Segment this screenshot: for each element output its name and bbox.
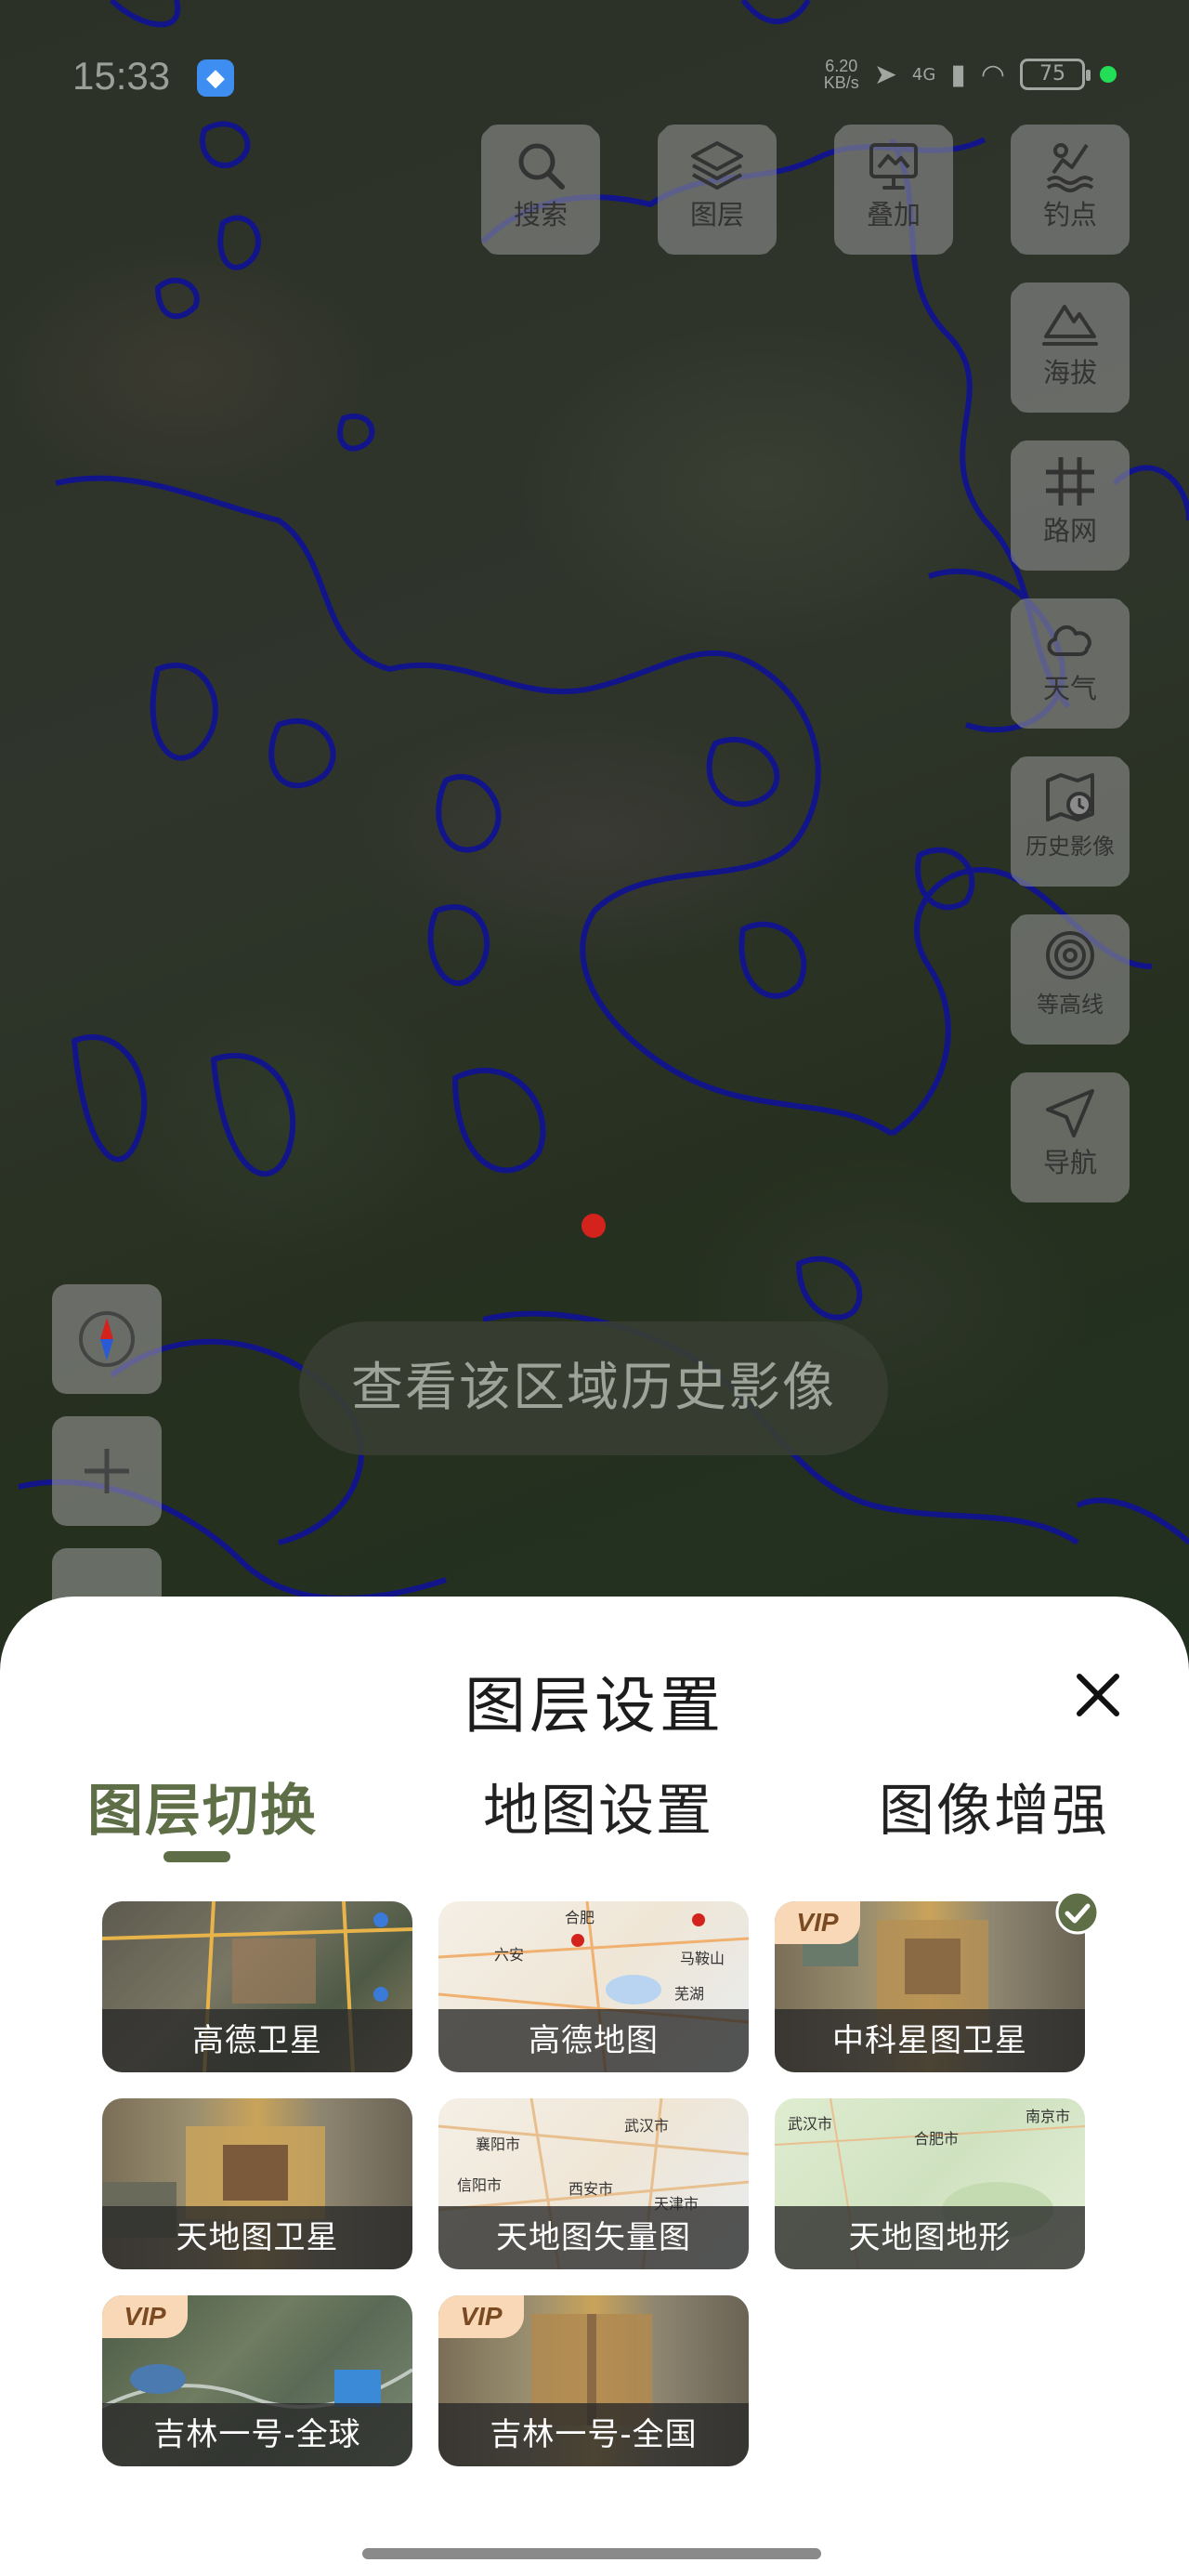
privacy-indicator-dot bbox=[1100, 66, 1117, 83]
tool-button-overlay[interactable]: 叠加 bbox=[834, 125, 953, 255]
signal-icon: ▮ bbox=[950, 58, 966, 91]
vip-badge: VIP bbox=[775, 1901, 860, 1944]
close-icon[interactable] bbox=[1066, 1663, 1130, 1727]
navigation-icon bbox=[1011, 1084, 1130, 1147]
selected-check-icon bbox=[1055, 1890, 1100, 1935]
tab-image-enhance[interactable]: 图像增强 bbox=[879, 1766, 1109, 1847]
map-label: 武汉市 bbox=[624, 2117, 670, 2135]
layer-card-tianditu-terrain[interactable]: 合肥市 南京市 武汉市 天地图地形 bbox=[775, 2098, 1085, 2269]
grid-icon bbox=[1011, 452, 1130, 515]
view-history-imagery-button[interactable]: 查看该区域历史影像 bbox=[299, 1321, 888, 1455]
wifi-icon: ◠ bbox=[980, 58, 1005, 91]
tool-label: 钓点 bbox=[1042, 199, 1097, 230]
layer-name: 天地图地形 bbox=[775, 2206, 1085, 2269]
tool-label: 等高线 bbox=[1037, 992, 1104, 1018]
location-arrow-icon: ➤ bbox=[873, 58, 897, 91]
layer-card-zhongke-satellite[interactable]: VIP 中科星图卫星 bbox=[775, 1901, 1085, 2072]
location-marker bbox=[581, 1214, 606, 1238]
map-label: 信阳市 bbox=[457, 2176, 503, 2194]
search-icon bbox=[481, 136, 600, 199]
plus-icon bbox=[85, 1449, 129, 1493]
zoom-in-button[interactable] bbox=[52, 1416, 162, 1526]
tool-label: 导航 bbox=[1042, 1147, 1097, 1178]
tool-label: 天气 bbox=[1042, 673, 1097, 704]
map-label: 襄阳市 bbox=[476, 2136, 521, 2153]
map-label: 合肥市 bbox=[914, 2130, 960, 2148]
tool-label: 图层 bbox=[689, 199, 744, 230]
layers-icon bbox=[658, 136, 777, 199]
status-bar: 15:33 ◆ 6.20 KB/s ➤ 4G ▮ ◠ 75 bbox=[0, 48, 1189, 108]
tab-map-settings[interactable]: 地图设置 bbox=[483, 1766, 713, 1847]
tool-label: 历史影像 bbox=[1026, 834, 1115, 860]
tool-button-weather[interactable]: 天气 bbox=[1011, 598, 1130, 729]
layer-card-gaode-satellite[interactable]: 高德卫星 bbox=[102, 1901, 412, 2072]
tool-button-elevation[interactable]: 海拔 bbox=[1011, 283, 1130, 413]
tool-label: 搜索 bbox=[513, 199, 568, 230]
overlay-icon bbox=[834, 136, 953, 199]
layer-name: 高德卫星 bbox=[102, 2009, 412, 2072]
history-map-icon bbox=[1011, 768, 1130, 831]
network-speed-unit: KB/s bbox=[823, 73, 859, 92]
compass-icon bbox=[79, 1311, 135, 1367]
tool-label: 海拔 bbox=[1042, 357, 1097, 388]
tool-label: 路网 bbox=[1042, 515, 1097, 546]
layer-name: 吉林一号-全球 bbox=[102, 2403, 412, 2466]
map-label: 西安市 bbox=[568, 2180, 614, 2198]
tool-button-contour[interactable]: 等高线 bbox=[1011, 914, 1130, 1045]
sheet-title: 图层设置 bbox=[464, 1670, 725, 1741]
network-speed: 6.20 KB/s bbox=[824, 58, 859, 91]
tab-active-indicator bbox=[163, 1851, 230, 1862]
contour-icon bbox=[1011, 926, 1130, 989]
network-speed-value: 6.20 bbox=[825, 57, 858, 75]
layer-card-gaode-map[interactable]: 合肥 六安 马鞍山 芜湖 高德地图 bbox=[438, 1901, 749, 2072]
map-label: 六安 bbox=[494, 1946, 525, 1964]
vip-badge: VIP bbox=[438, 2295, 524, 2338]
vip-badge: VIP bbox=[102, 2295, 188, 2338]
tool-button-layers[interactable]: 图层 bbox=[658, 125, 777, 255]
satellite-map[interactable]: 15:33 ◆ 6.20 KB/s ➤ 4G ▮ ◠ 75 搜索 图层 叠加 钓… bbox=[0, 0, 1189, 1673]
map-label: 芜湖 bbox=[674, 1985, 705, 2003]
layer-name: 中科星图卫星 bbox=[775, 2009, 1085, 2072]
network-type: 4G bbox=[911, 64, 936, 85]
tool-button-search[interactable]: 搜索 bbox=[481, 125, 600, 255]
compass-button[interactable] bbox=[52, 1284, 162, 1394]
layer-name: 天地图矢量图 bbox=[438, 2206, 749, 2269]
mountain-icon bbox=[1011, 294, 1130, 357]
cloud-icon bbox=[1011, 610, 1130, 673]
tool-button-fishing[interactable]: 钓点 bbox=[1011, 125, 1130, 255]
layer-card-jilin-global[interactable]: VIP 吉林一号-全球 bbox=[102, 2295, 412, 2466]
fishing-icon bbox=[1011, 136, 1130, 199]
app-notification-icon: ◆ bbox=[197, 59, 234, 97]
layer-card-tianditu-satellite[interactable]: 天地图卫星 bbox=[102, 2098, 412, 2269]
status-time: 15:33 bbox=[72, 54, 171, 98]
layer-card-jilin-national[interactable]: VIP 吉林一号-全国 bbox=[438, 2295, 749, 2466]
tool-label: 叠加 bbox=[866, 199, 921, 230]
status-indicators: 6.20 KB/s ➤ 4G ▮ ◠ 75 bbox=[824, 58, 1117, 91]
map-label: 武汉市 bbox=[788, 2115, 833, 2133]
layer-card-tianditu-vector[interactable]: 武汉市 襄阳市 信阳市 西安市 天津市 天地图矢量图 bbox=[438, 2098, 749, 2269]
layer-name: 高德地图 bbox=[438, 2009, 749, 2072]
map-label: 合肥 bbox=[565, 1909, 595, 1926]
layer-name: 天地图卫星 bbox=[102, 2206, 412, 2269]
tab-layer-switch[interactable]: 图层切换 bbox=[87, 1766, 318, 1847]
map-label: 南京市 bbox=[1026, 2108, 1071, 2125]
map-label: 马鞍山 bbox=[680, 1950, 725, 1967]
tool-button-history[interactable]: 历史影像 bbox=[1011, 756, 1130, 887]
tool-button-roads[interactable]: 路网 bbox=[1011, 440, 1130, 571]
battery-icon: 75 bbox=[1020, 59, 1091, 90]
layer-name: 吉林一号-全国 bbox=[438, 2403, 749, 2466]
home-indicator[interactable] bbox=[362, 2548, 821, 2559]
tool-button-navigate[interactable]: 导航 bbox=[1011, 1072, 1130, 1203]
